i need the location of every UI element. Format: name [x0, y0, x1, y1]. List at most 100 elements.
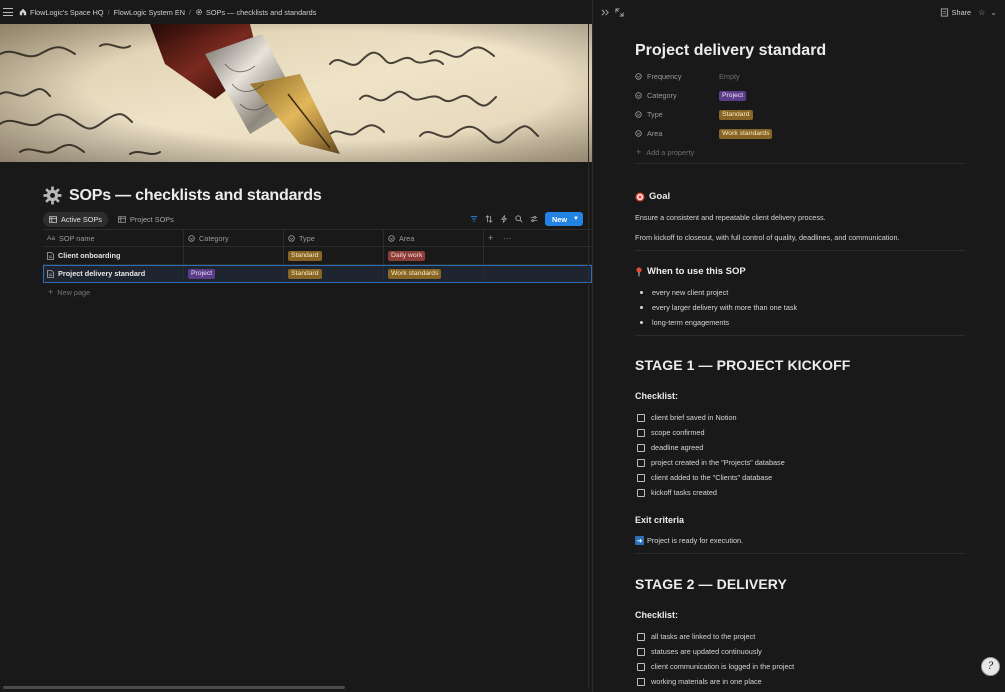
checkbox[interactable]	[637, 647, 645, 656]
property-label: Category	[647, 91, 677, 100]
gear-icon	[43, 186, 62, 205]
category-tag[interactable]: Project	[719, 90, 747, 101]
stage2-heading: STAGE 2 — DELIVERY	[635, 576, 787, 592]
checkbox[interactable]	[637, 473, 645, 482]
filter-icon[interactable]	[470, 215, 478, 223]
area-tag[interactable]: Work standards	[719, 128, 773, 139]
collapse-double-chevron-icon[interactable]	[601, 8, 610, 17]
add-column-icon[interactable]: +	[488, 233, 493, 243]
sort-icon[interactable]	[485, 215, 493, 223]
checkbox[interactable]	[637, 428, 645, 437]
more-options-icon[interactable]: ···	[503, 234, 511, 243]
add-property-button[interactable]: + Add a property	[635, 143, 971, 161]
settings-sliders-icon[interactable]	[530, 215, 538, 223]
database-title[interactable]: SOPs — checklists and standards	[69, 187, 322, 205]
chevron-down-icon[interactable]: ▼	[573, 216, 579, 222]
tab-label: Active SOPs	[61, 214, 102, 224]
database-toolbar: New ▼	[470, 212, 583, 226]
new-page-row[interactable]: + New page	[43, 283, 592, 301]
checklist-item[interactable]: statuses are updated continuously	[637, 644, 794, 659]
select-property-icon	[288, 234, 295, 242]
goal-paragraph-2: From kickoff to closeout, with full cont…	[635, 233, 900, 242]
table-row[interactable]: Project delivery standard Project Standa…	[43, 265, 592, 283]
column-actions: + ···	[484, 230, 592, 246]
cell-area[interactable]: Work standards	[384, 265, 484, 282]
list-item: every new client project	[637, 285, 797, 300]
tab-label: Project SOPs	[129, 214, 174, 224]
breadcrumb-separator: /	[189, 7, 192, 17]
cell-type[interactable]: Standard	[284, 247, 384, 264]
property-area[interactable]: Area Work standards	[635, 124, 971, 143]
checklist-item[interactable]: client brief saved in Notion	[637, 410, 785, 425]
breadcrumb-page[interactable]: SOPs — checklists and standards	[195, 8, 316, 17]
checklist-item[interactable]: all tasks are linked to the project	[637, 629, 794, 644]
checkbox[interactable]	[637, 413, 645, 422]
checklist-item[interactable]: kickoff tasks created	[637, 485, 785, 500]
table-row[interactable]: Client onboarding Standard Daily work	[43, 247, 592, 265]
checklist-item-text: client added to the "Clients" database	[651, 473, 773, 482]
type-tag[interactable]: Standard	[719, 109, 753, 120]
checkbox[interactable]	[637, 662, 645, 671]
row-name: Project delivery standard	[58, 269, 146, 278]
checkbox[interactable]	[637, 488, 645, 497]
tab-active-sops[interactable]: Active SOPs	[43, 211, 108, 227]
view-tabs: Active SOPs Project SOPs New ▼	[43, 211, 583, 227]
column-label: Type	[299, 233, 315, 243]
checkbox[interactable]	[637, 632, 645, 641]
resize-handle[interactable]	[587, 24, 590, 688]
checklist-item[interactable]: client communication is logged in the pr…	[637, 659, 794, 674]
share-button[interactable]: Share	[952, 8, 971, 17]
property-category[interactable]: Category Project	[635, 86, 971, 105]
column-header-category[interactable]: Category	[184, 230, 284, 246]
horizontal-scrollbar[interactable]	[3, 686, 345, 689]
top-bar: FlowLogic's Space HQ / FlowLogic System …	[0, 0, 592, 24]
automation-icon[interactable]	[500, 215, 508, 223]
star-icon[interactable]: ☆	[978, 8, 985, 17]
property-label: Type	[647, 110, 663, 119]
property-type[interactable]: Type Standard	[635, 105, 971, 124]
checklist-item[interactable]: working materials are in one place	[637, 674, 794, 689]
cell-sop-name[interactable]: Project delivery standard	[43, 265, 184, 282]
list-item: every larger delivery with more than one…	[637, 300, 797, 315]
cell-category[interactable]	[184, 247, 284, 264]
type-tag: Standard	[288, 250, 322, 261]
heading-text: Goal	[649, 191, 671, 202]
table-header: Aa SOP name Category Type Area + ···	[43, 229, 592, 247]
checkbox[interactable]	[637, 677, 645, 686]
new-button[interactable]: New ▼	[545, 212, 583, 226]
checklist-item[interactable]: scope confirmed	[637, 425, 785, 440]
cell-type[interactable]: Standard	[284, 265, 384, 282]
cell-area[interactable]: Daily work	[384, 247, 484, 264]
breadcrumb-separator: /	[107, 7, 110, 17]
checklist-item[interactable]: deadline agreed	[637, 440, 785, 455]
breadcrumb-system[interactable]: FlowLogic System EN	[114, 8, 185, 17]
goal-paragraph-1: Ensure a consistent and repeatable clien…	[635, 213, 826, 222]
checklist-item[interactable]: project created in the "Projects" databa…	[637, 455, 785, 470]
checkbox[interactable]	[637, 443, 645, 452]
help-icon[interactable]: ?	[981, 657, 1000, 676]
column-header-sop-name[interactable]: Aa SOP name	[43, 230, 184, 246]
property-frequency[interactable]: Frequency Empty	[635, 67, 971, 86]
property-value[interactable]: Empty	[719, 72, 740, 81]
divider	[635, 553, 965, 554]
table-icon	[49, 215, 57, 223]
search-icon[interactable]	[515, 215, 523, 223]
column-label: Category	[199, 233, 229, 243]
page-icon	[940, 7, 948, 17]
area-tag: Work standards	[388, 268, 442, 279]
expand-icon[interactable]	[615, 7, 624, 17]
column-header-area[interactable]: Area	[384, 230, 484, 246]
checklist-item[interactable]: client added to the "Clients" database	[637, 470, 785, 485]
stage1-exit-label: Exit criteria	[635, 515, 685, 525]
checkbox[interactable]	[637, 458, 645, 467]
breadcrumb-workspace[interactable]: FlowLogic's Space HQ	[19, 8, 104, 17]
more-options-icon[interactable]: ⌄	[990, 8, 997, 17]
add-property-label: Add a property	[646, 147, 695, 157]
tab-project-sops[interactable]: Project SOPs	[112, 212, 180, 227]
cell-sop-name[interactable]: Client onboarding	[43, 247, 184, 264]
menu-icon[interactable]	[3, 7, 13, 17]
cell-category[interactable]: Project	[184, 265, 284, 282]
checklist-item-text: kickoff tasks created	[651, 488, 717, 497]
page-title[interactable]: Project delivery standard	[635, 42, 826, 60]
column-header-type[interactable]: Type	[284, 230, 384, 246]
